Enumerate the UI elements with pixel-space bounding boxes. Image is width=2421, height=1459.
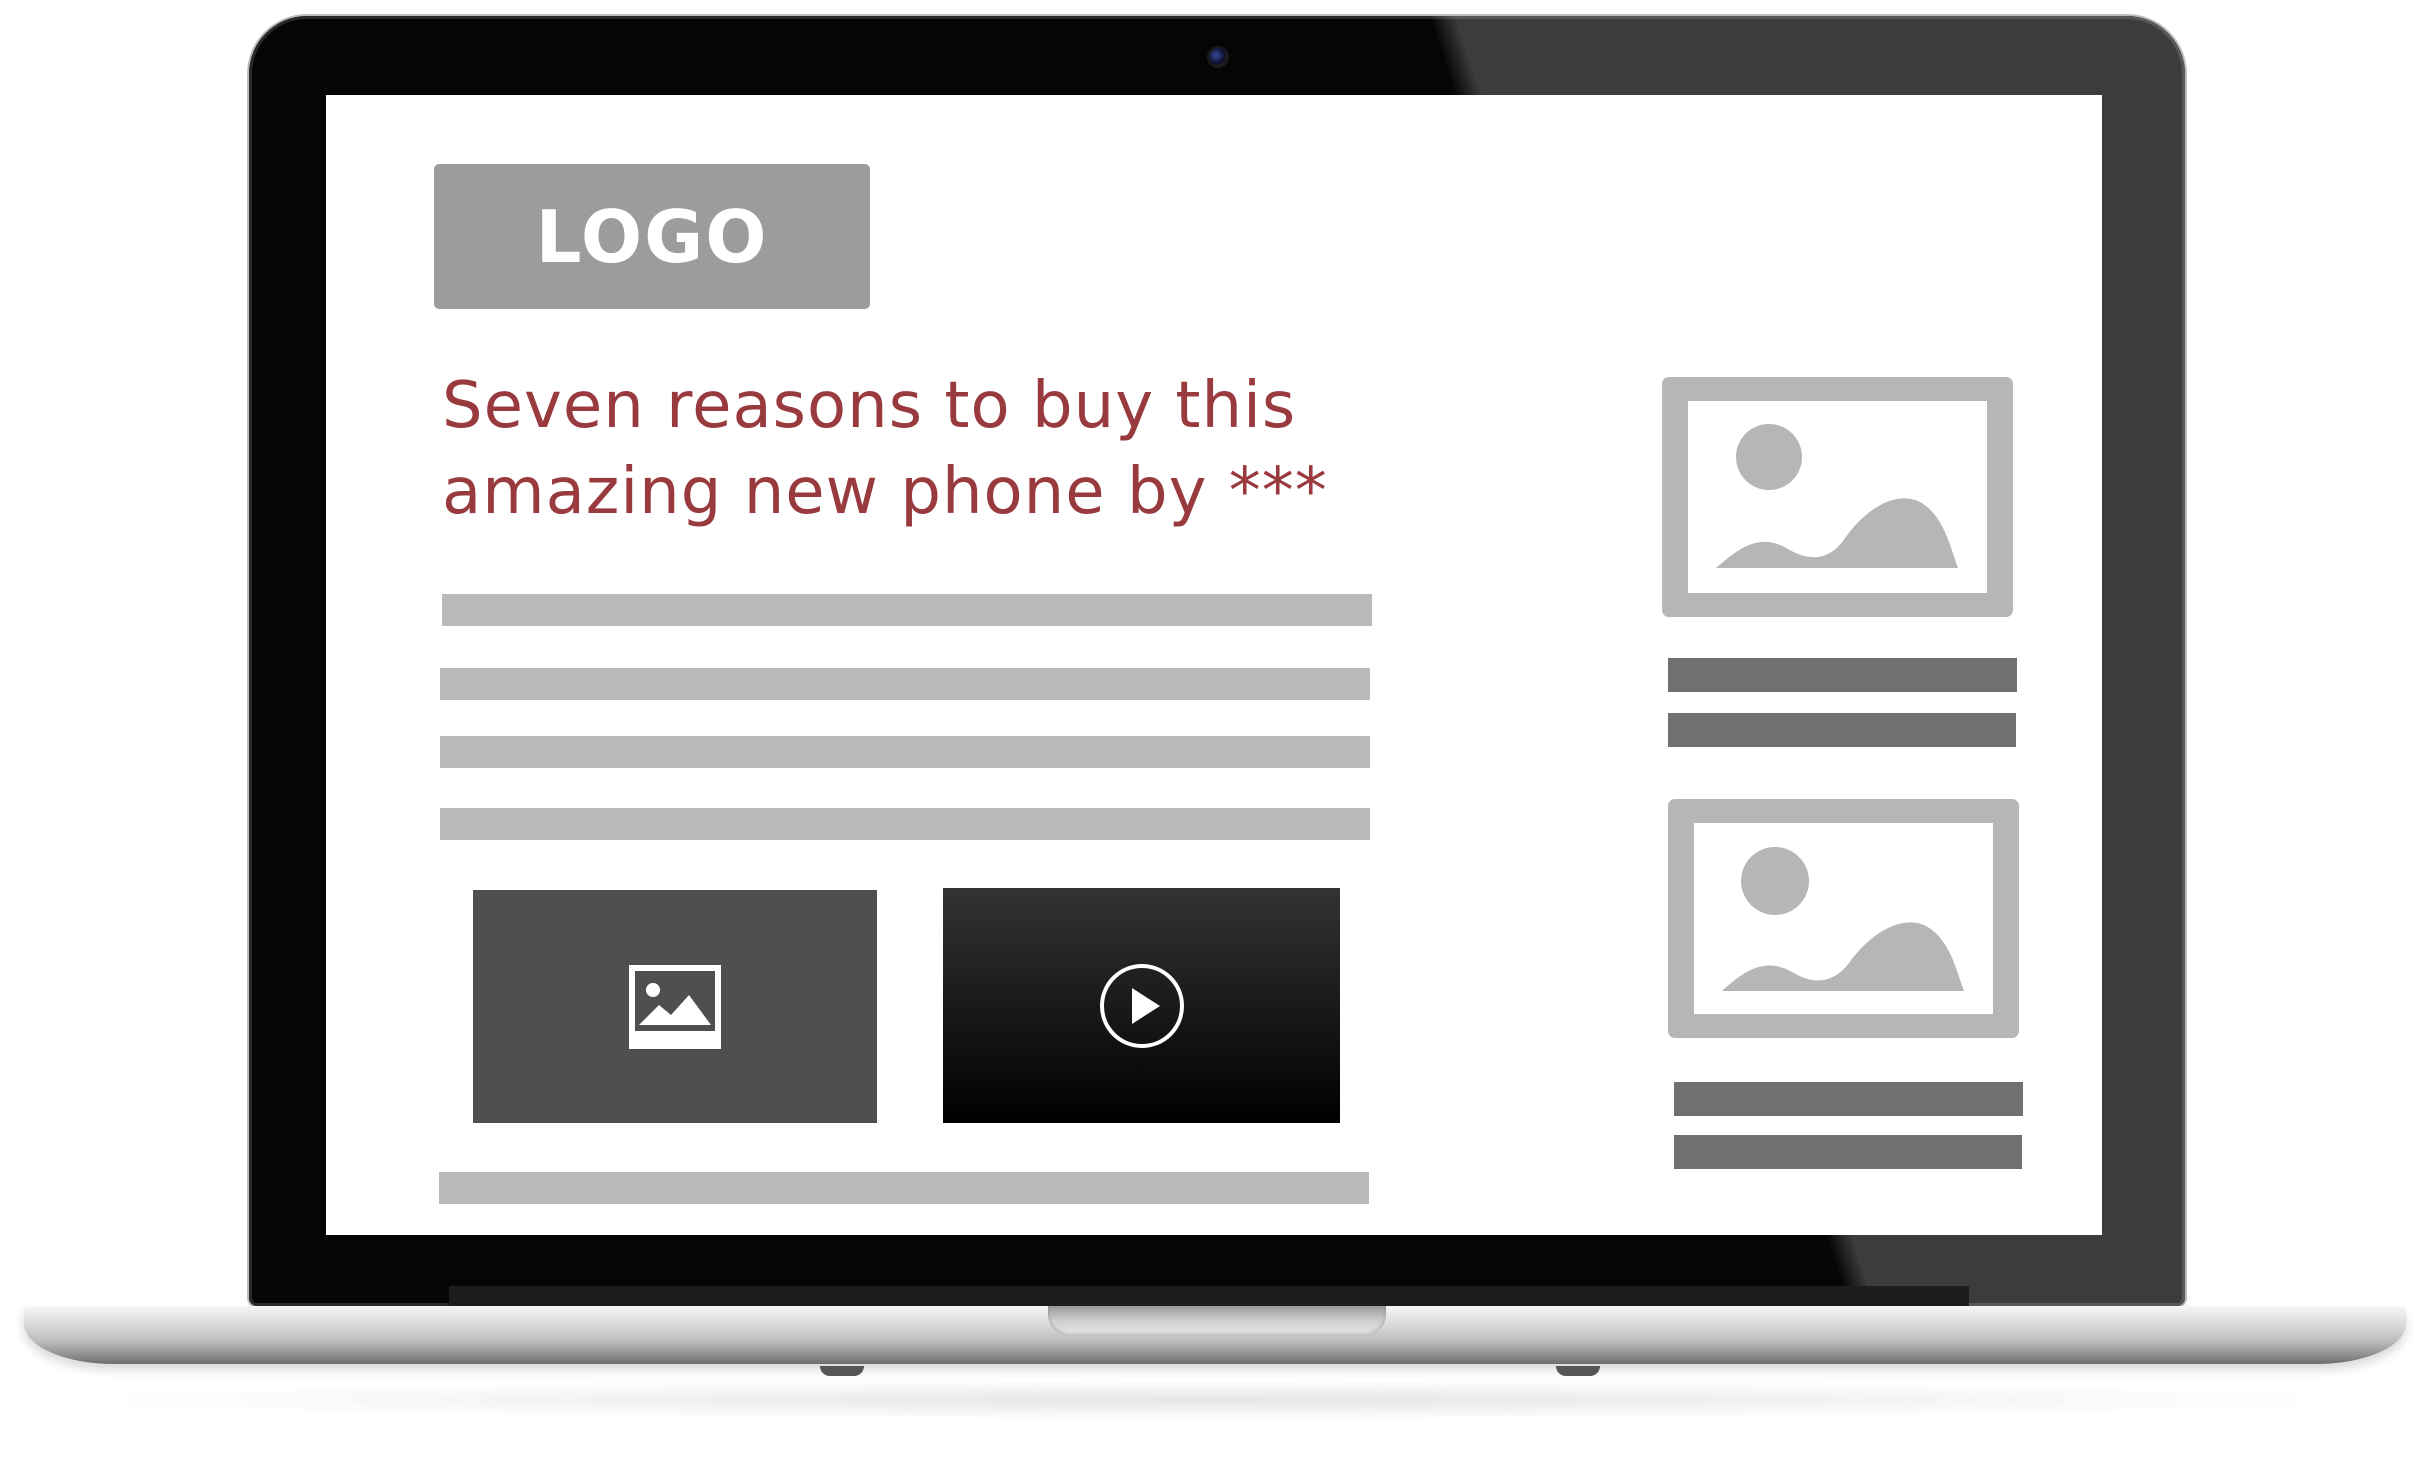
sidebar-text-bar bbox=[1674, 1082, 2023, 1116]
laptop-shadow bbox=[40, 1380, 2380, 1420]
text-line-placeholder bbox=[440, 808, 1370, 840]
landscape-image-icon bbox=[1716, 424, 1958, 568]
site-logo[interactable]: LOGO bbox=[434, 164, 870, 309]
laptop-foot-right bbox=[1556, 1366, 1600, 1376]
laptop-mockup: LOGO Seven reasons to buy this amazing n… bbox=[0, 0, 2421, 1459]
headline-line-2: amazing new phone by *** bbox=[442, 455, 1328, 529]
headline-line-1: Seven reasons to buy this bbox=[442, 369, 1297, 443]
laptop-foot-left bbox=[820, 1366, 864, 1376]
sidebar-text-bar bbox=[1668, 658, 2017, 692]
laptop-opening-notch bbox=[1048, 1306, 1386, 1336]
sidebar-image-placeholder[interactable] bbox=[1662, 377, 2013, 617]
image-icon bbox=[629, 964, 721, 1049]
text-line-placeholder bbox=[439, 1172, 1369, 1204]
sidebar-image-placeholder[interactable] bbox=[1668, 799, 2019, 1038]
sidebar-text-bar bbox=[1668, 713, 2016, 747]
text-line-placeholder bbox=[440, 736, 1370, 768]
play-circle-icon[interactable] bbox=[1098, 962, 1186, 1050]
logo-text: LOGO bbox=[535, 194, 769, 279]
landscape-image-icon bbox=[1722, 847, 1964, 991]
sidebar-text-bar bbox=[1674, 1135, 2022, 1169]
text-line-placeholder bbox=[440, 668, 1370, 700]
video-thumbnail[interactable] bbox=[943, 888, 1340, 1123]
image-thumbnail[interactable] bbox=[473, 890, 877, 1123]
webcam-icon bbox=[1209, 48, 1227, 66]
laptop-screen: LOGO Seven reasons to buy this amazing n… bbox=[326, 95, 2102, 1235]
article-headline: Seven reasons to buy this amazing new ph… bbox=[442, 363, 1402, 535]
text-line-placeholder bbox=[442, 594, 1372, 626]
